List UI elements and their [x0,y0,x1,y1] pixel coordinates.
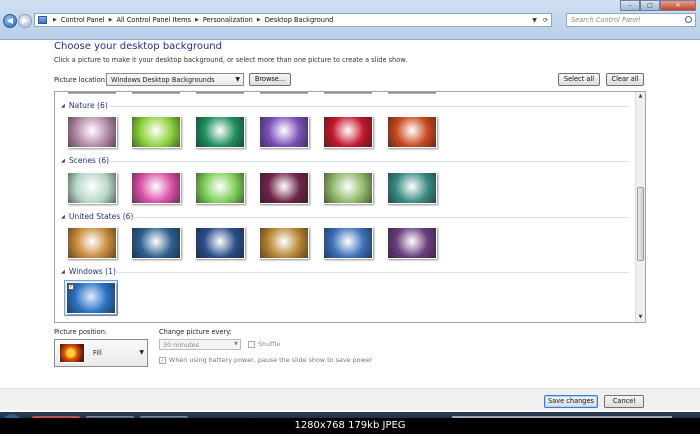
wallpaper-thumbnail[interactable] [195,116,245,148]
wallpaper-thumbnail[interactable] [323,227,373,259]
group-divider [131,217,629,218]
collapse-triangle-icon[interactable]: ◢ [61,269,65,275]
search-icon[interactable] [685,16,692,23]
wallpaper-thumbnail[interactable] [387,172,437,204]
shuffle-checkbox[interactable] [248,340,255,348]
wallpaper-thumbnail[interactable] [387,92,437,95]
collapse-triangle-icon[interactable]: ◢ [61,214,65,220]
wallpaper-thumbnail[interactable] [131,172,181,204]
clear-all-button[interactable]: Clear all [606,73,644,86]
wallpaper-thumbnail-selected[interactable]: ✓ [66,282,116,314]
group-divider [109,161,629,162]
group-header-nature[interactable]: ◢ Nature (6) [61,101,108,110]
main-content: Choose your desktop background Click a p… [0,41,700,390]
wallpaper-thumbnail[interactable] [259,92,309,95]
chevron-down-icon: ▼ [235,76,240,83]
group-divider [115,272,629,273]
group-label: United States (6) [68,212,134,221]
collapse-triangle-icon[interactable]: ◢ [61,103,65,109]
back-button[interactable]: ◀ [3,14,17,28]
chevron-right-icon[interactable]: ▶ [109,17,113,23]
wallpaper-thumbnail[interactable] [195,172,245,204]
browse-button[interactable]: Browse... [249,73,291,86]
group-header-united-states[interactable]: ◢ United States (6) [61,212,133,221]
minimize-button[interactable]: – [620,0,640,11]
group-label: Scenes (6) [68,156,110,165]
picture-location-select[interactable]: Windows Desktop Backgrounds ▼ [106,73,244,86]
wallpaper-thumbnail[interactable] [131,92,181,95]
collapse-triangle-icon[interactable]: ◢ [61,158,65,164]
battery-checkbox[interactable]: ✓ [159,356,166,364]
select-all-button[interactable]: Select all [558,73,600,86]
picture-position-value: Fill [93,349,102,357]
wallpaper-thumbnail[interactable] [259,227,309,259]
change-interval-value: 30 minutes [163,341,200,349]
group-label: Nature (6) [68,101,108,110]
breadcrumb[interactable]: ▶ Control Panel ▶ All Control Panel Item… [34,13,552,27]
maximize-button[interactable]: □ [640,0,660,11]
wallpaper-thumbnail[interactable] [195,227,245,259]
checkbox[interactable]: ✓ [68,284,74,290]
scroll-up-icon[interactable]: ▲ [636,92,645,101]
breadcrumb-control-panel[interactable]: Control Panel [61,16,105,24]
chevron-down-icon[interactable]: ▼ [529,17,540,24]
control-panel-icon [38,16,47,24]
scrollbar-thumb[interactable] [637,187,644,261]
wallpaper-thumbnail[interactable] [323,92,373,95]
wallpaper-gallery: ◢ Nature (6) ◢ Scenes (6) ◢ United State… [54,91,646,323]
page-title: Choose your desktop background [54,41,222,52]
chevron-right-icon[interactable]: ▶ [257,17,261,23]
wallpaper-thumbnail[interactable] [387,116,437,148]
footer-bar: Save changes Cancel [0,388,700,410]
address-bar: – □ ✕ ◀ ▶ ▶ Control Panel ▶ All Control … [0,0,700,40]
forward-button[interactable]: ▶ [18,14,32,28]
wallpaper-thumbnail[interactable] [387,227,437,259]
options-panel: Picture position: Fill ▼ Change picture … [0,325,700,385]
scroll-down-icon[interactable]: ▼ [636,313,645,322]
shuffle-option[interactable]: Shuffle [248,340,280,348]
group-label: Windows (1) [68,267,116,276]
picture-location-value: Windows Desktop Backgrounds [111,76,215,84]
breadcrumb-all-items[interactable]: All Control Panel Items [116,16,191,24]
save-changes-button[interactable]: Save changes [544,395,598,408]
window-controls: – □ ✕ [620,0,696,11]
breadcrumb-desktop-background[interactable]: Desktop Background [265,16,334,24]
chevron-down-icon: ▼ [234,341,238,347]
battery-label: When using battery power, pause the slid… [169,356,373,364]
group-header-windows[interactable]: ◢ Windows (1) [61,267,116,276]
picture-position-label: Picture position: [54,328,108,336]
wallpaper-thumbnail[interactable] [67,92,117,95]
close-button[interactable]: ✕ [660,0,696,11]
breadcrumb-personalization[interactable]: Personalization [203,16,253,24]
position-preview-image [59,343,85,363]
wallpaper-thumbnail[interactable] [67,172,117,204]
wallpaper-thumbnail[interactable] [67,116,117,148]
shuffle-label: Shuffle [258,340,281,348]
image-info-caption: 1280x768 179kb JPEG [0,418,700,434]
group-divider [109,106,629,107]
chevron-right-icon[interactable]: ▶ [195,17,199,23]
chevron-down-icon: ▼ [139,349,144,356]
wallpaper-thumbnail[interactable] [323,172,373,204]
wallpaper-thumbnail[interactable] [259,116,309,148]
wallpaper-thumbnail[interactable] [259,172,309,204]
chevron-right-icon[interactable]: ▶ [53,17,57,23]
change-interval-label: Change picture every: [159,328,232,336]
vertical-scrollbar[interactable]: ▲ ▼ [635,92,645,322]
change-interval-select[interactable]: 30 minutes ▼ [159,339,241,350]
picture-position-select[interactable]: Fill ▼ [54,339,148,367]
page-subtitle: Click a picture to make it your desktop … [54,56,408,64]
refresh-icon[interactable]: ⟳ [540,17,551,24]
search-input[interactable]: Search Control Panel [566,13,696,27]
cancel-button[interactable]: Cancel [604,395,644,408]
wallpaper-thumbnail[interactable] [131,227,181,259]
wallpaper-thumbnail[interactable] [131,116,181,148]
group-header-scenes[interactable]: ◢ Scenes (6) [61,156,109,165]
search-placeholder: Search Control Panel [571,16,641,24]
battery-option[interactable]: ✓ When using battery power, pause the sl… [159,356,372,364]
wallpaper-thumbnail[interactable] [195,92,245,95]
picture-location-label: Picture location: [54,76,108,84]
wallpaper-thumbnail[interactable] [67,227,117,259]
wallpaper-thumbnail[interactable] [323,116,373,148]
